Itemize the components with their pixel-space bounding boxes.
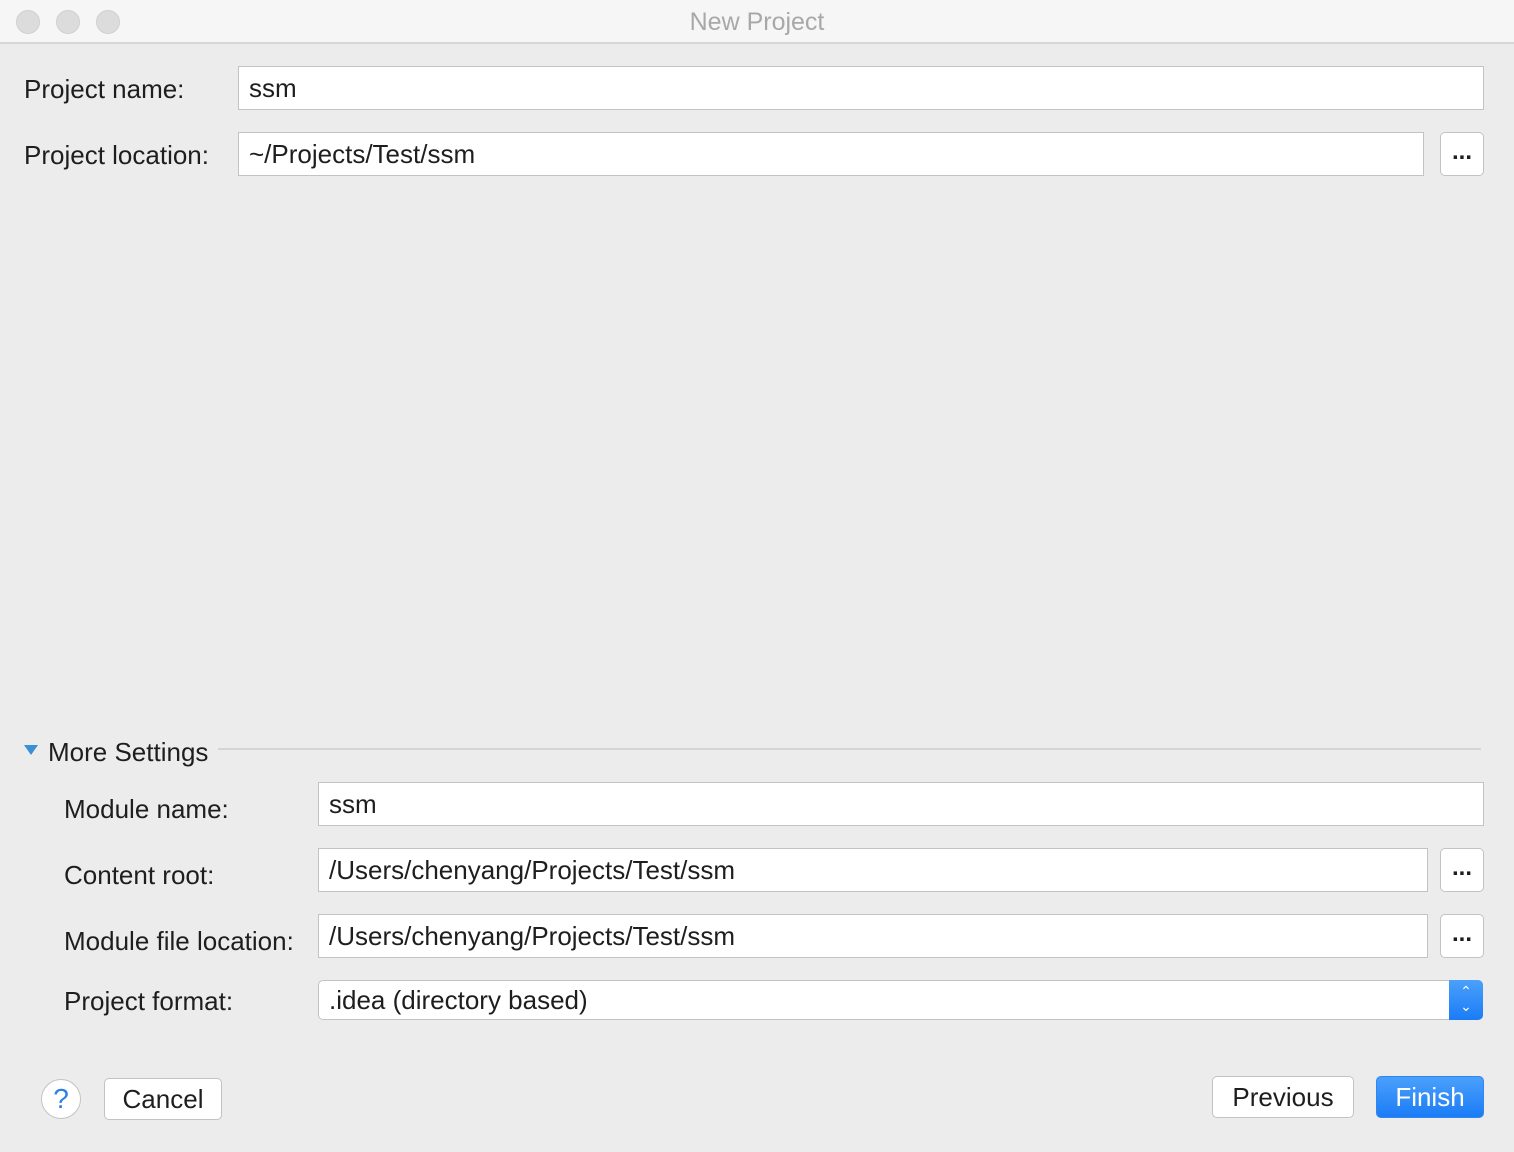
module-file-location-label: Module file location: (64, 926, 294, 956)
content-root-label: Content root: (64, 860, 215, 890)
project-location-input[interactable]: ~/Projects/Test/ssm (238, 132, 1424, 176)
window-title: New Project (689, 8, 825, 36)
project-location-label: Project location: (24, 140, 209, 170)
module-name-label: Module name: (64, 794, 229, 824)
more-settings-toggle[interactable]: More Settings (48, 737, 208, 768)
chevron-up-down-icon: ⌃ ⌄ (1449, 980, 1483, 1020)
module-file-location-input[interactable]: /Users/chenyang/Projects/Test/ssm (318, 914, 1428, 958)
module-name-input[interactable]: ssm (318, 782, 1484, 826)
project-name-input[interactable]: ssm (238, 66, 1484, 110)
help-button[interactable]: ? (41, 1079, 81, 1119)
expand-triangle-icon[interactable] (24, 745, 38, 755)
project-format-label: Project format: (64, 986, 234, 1016)
cancel-button[interactable]: Cancel (104, 1078, 222, 1120)
content-root-input[interactable]: /Users/chenyang/Projects/Test/ssm (318, 848, 1428, 892)
browse-project-location-button[interactable]: ... (1440, 132, 1484, 176)
divider (218, 748, 1481, 750)
project-format-value: .idea (directory based) (329, 985, 588, 1015)
project-name-label: Project name: (24, 74, 185, 104)
browse-content-root-button[interactable]: ... (1440, 848, 1484, 892)
previous-button[interactable]: Previous (1212, 1076, 1354, 1118)
browse-module-file-button[interactable]: ... (1440, 914, 1484, 958)
project-format-select[interactable]: .idea (directory based) ⌃ ⌄ (318, 980, 1483, 1020)
finish-button[interactable]: Finish (1376, 1076, 1484, 1118)
title-bar: New Project (0, 0, 1514, 44)
